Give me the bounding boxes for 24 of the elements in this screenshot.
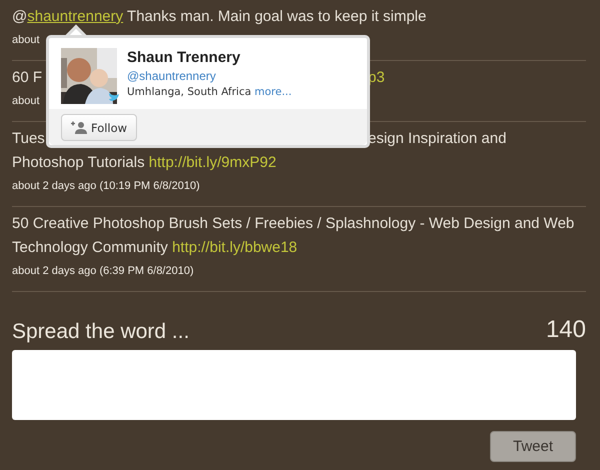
more-link[interactable]: more... [254, 86, 292, 98]
composer-label: Spread the word ... [12, 320, 190, 344]
tweet-text: 60 F [12, 69, 42, 87]
timestamp: about 2 days ago (10:19 PM 6/8/2010) [12, 180, 200, 193]
tweet-input-field[interactable] [12, 350, 576, 420]
link[interactable]: http://bit.ly/bbwe18 [172, 239, 298, 256]
character-counter: 140 [546, 316, 586, 344]
bird-icon [107, 90, 121, 104]
link[interactable]: http://bit.ly/9mxP92 [148, 154, 276, 171]
tweet-text: Tues [12, 130, 45, 148]
profile-location: Umhlanga, South Africa more... [127, 86, 292, 98]
follow-button[interactable]: Follow [61, 114, 138, 141]
link[interactable]: shauntrennery [27, 8, 124, 25]
profile-handle[interactable]: @shauntrennery [127, 69, 292, 83]
profile-name: Shaun Trennery [127, 49, 242, 66]
tweet-text: Photoshop Tutorials http://bit.ly/9mxP92 [12, 154, 276, 172]
tweet-button[interactable]: Tweet [490, 431, 576, 462]
tweet-text: 50 Creative Photoshop Brush Sets / Freebies / Splashnology - Web Design and Web [12, 215, 574, 233]
add-user-icon [71, 121, 87, 134]
tweet-text: @shauntrennery Thanks man. Main goal was to keep it simple [12, 8, 426, 26]
timestamp: about [12, 34, 40, 47]
timestamp: about [12, 95, 40, 108]
tweet-text: Technology Community http://bit.ly/bbwe18 [12, 239, 298, 257]
timestamp: about 2 days ago (6:39 PM 6/8/2010) [12, 265, 194, 278]
